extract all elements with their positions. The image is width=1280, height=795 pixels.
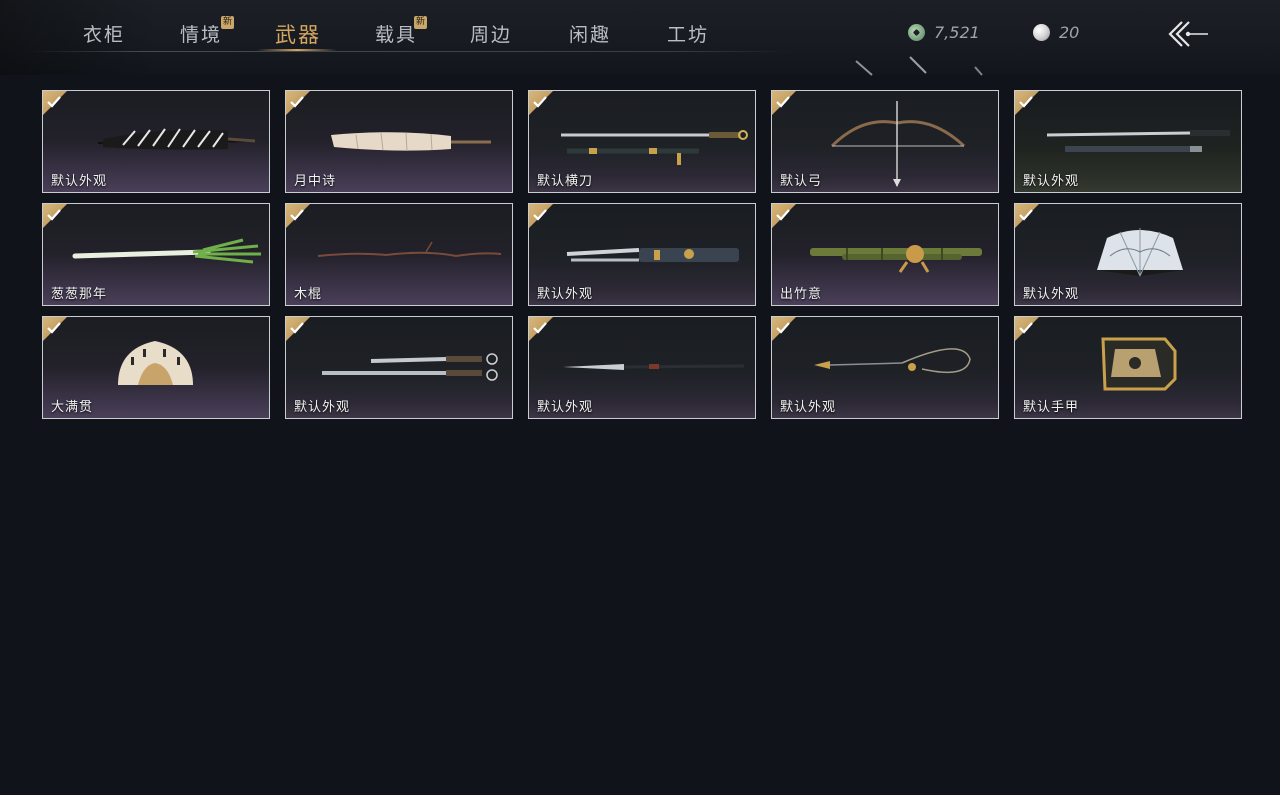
weapon-card[interactable]: 葱葱那年	[42, 203, 270, 306]
checkmark-icon	[776, 96, 790, 108]
tab-label: 闲趣	[569, 24, 612, 46]
checkmark-icon	[533, 209, 547, 221]
jade-currency[interactable]: 7,521	[908, 20, 980, 44]
weapon-card[interactable]: 大满贯	[42, 316, 270, 419]
weapon-label: 出竹意	[780, 287, 823, 302]
checkmark-icon	[776, 209, 790, 221]
weapon-card[interactable]: 默认外观	[528, 203, 756, 306]
category-tabs: 衣柜 情境新 武器 载具新 周边 闲趣 工坊	[0, 0, 790, 52]
weapon-label: 默认横刀	[537, 174, 594, 189]
new-badge: 新	[414, 16, 427, 29]
pearl-amount: 20	[1059, 22, 1080, 42]
weapon-label: 默认外观	[294, 400, 351, 415]
checkmark-icon	[290, 322, 304, 334]
weapon-card[interactable]: 木棍	[285, 203, 513, 306]
checkmark-icon	[1019, 209, 1033, 221]
tab-vehicles[interactable]: 载具新	[375, 16, 427, 50]
weapon-card[interactable]: 默认外观	[1014, 203, 1242, 306]
pearl-currency[interactable]: 20	[1033, 20, 1079, 44]
tab-label: 工坊	[667, 24, 710, 46]
tab-workshop[interactable]: 工坊	[667, 20, 709, 50]
checkmark-icon	[533, 322, 547, 334]
weapon-card[interactable]: 默认横刀	[528, 90, 756, 193]
new-badge: 新	[221, 16, 234, 29]
tab-wardrobe[interactable]: 衣柜	[83, 20, 125, 50]
checkmark-icon	[776, 322, 790, 334]
checkmark-icon	[47, 322, 61, 334]
checkmark-icon	[47, 209, 61, 221]
tab-divider	[30, 51, 790, 52]
pearl-icon	[1033, 23, 1050, 41]
weapon-label: 默认外观	[1023, 287, 1080, 302]
tab-label: 情境	[180, 24, 223, 46]
weapon-card[interactable]: 默认外观	[42, 90, 270, 193]
checkmark-icon	[290, 96, 304, 108]
weapon-card[interactable]: 默认弓	[771, 90, 999, 193]
tab-label: 衣柜	[83, 24, 126, 46]
tab-peripherals[interactable]: 周边	[470, 20, 512, 50]
back-arrow-icon	[1168, 21, 1208, 47]
weapon-label: 葱葱那年	[51, 287, 108, 302]
tab-scenes[interactable]: 情境新	[180, 16, 234, 50]
back-button[interactable]	[1166, 19, 1210, 49]
weapon-card[interactable]: 默认外观	[285, 316, 513, 419]
weapon-label: 默认外观	[780, 400, 837, 415]
checkmark-icon	[533, 96, 547, 108]
weapon-label: 默认外观	[537, 400, 594, 415]
weapon-label: 默认外观	[1023, 174, 1080, 189]
weapon-label: 木棍	[294, 287, 323, 302]
checkmark-icon	[290, 209, 304, 221]
tab-leisure[interactable]: 闲趣	[569, 20, 611, 50]
weapon-card[interactable]: 默认手甲	[1014, 316, 1242, 419]
tab-label: 武器	[275, 23, 321, 47]
jade-amount: 7,521	[934, 22, 980, 42]
weapon-card[interactable]: 月中诗	[285, 90, 513, 193]
weapon-label: 默认外观	[537, 287, 594, 302]
decorative-blades	[855, 56, 983, 76]
weapon-label: 月中诗	[294, 174, 337, 189]
jade-coin-icon	[908, 23, 925, 41]
weapon-label: 大满贯	[51, 400, 94, 415]
weapon-label: 默认外观	[51, 174, 108, 189]
checkmark-icon	[1019, 322, 1033, 334]
checkmark-icon	[1019, 96, 1033, 108]
weapon-card[interactable]: 默认外观	[1014, 90, 1242, 193]
weapon-card[interactable]: 默认外观	[771, 316, 999, 419]
tab-weapons[interactable]: 武器	[275, 19, 321, 49]
weapon-label: 默认弓	[780, 174, 823, 189]
tab-label: 载具	[375, 24, 418, 46]
weapon-card[interactable]: 默认外观	[528, 316, 756, 419]
weapon-card[interactable]: 出竹意	[771, 203, 999, 306]
checkmark-icon	[47, 96, 61, 108]
tab-label: 周边	[470, 24, 513, 46]
weapon-label: 默认手甲	[1023, 400, 1080, 415]
